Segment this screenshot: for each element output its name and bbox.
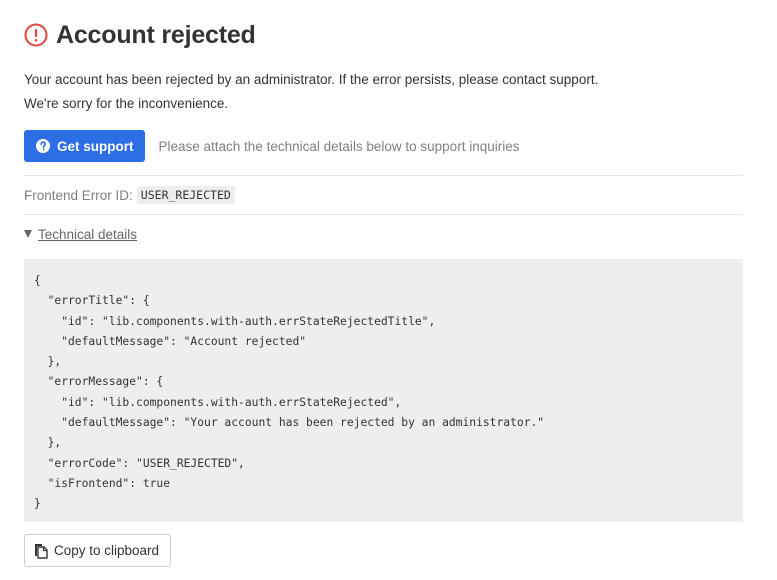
code-line: { xyxy=(34,274,41,287)
error-page: Account rejected Your account has been r… xyxy=(24,0,743,567)
code-line: "id": "lib.components.with-auth.errState… xyxy=(34,395,402,409)
title-row: Account rejected xyxy=(24,17,743,53)
support-hint: Please attach the technical details belo… xyxy=(158,138,520,154)
caret-down-icon xyxy=(24,230,32,238)
code-line: "errorTitle": { xyxy=(34,294,150,308)
code-line: "isFrontend": true xyxy=(34,476,171,490)
copy-icon xyxy=(34,543,48,559)
code-line: "errorCode": "USER_REJECTED", xyxy=(34,456,245,470)
copy-label: Copy to clipboard xyxy=(54,543,160,558)
page-title: Account rejected xyxy=(56,20,256,49)
error-id-row: Frontend Error ID: USER_REJECTED xyxy=(24,176,743,214)
get-support-button[interactable]: Get support xyxy=(24,130,145,162)
question-circle-icon xyxy=(36,139,50,153)
code-line: }, xyxy=(34,436,62,450)
code-line: } xyxy=(34,497,41,511)
technical-details-link[interactable]: Technical details xyxy=(38,227,137,242)
alert-circle-icon xyxy=(24,23,48,47)
error-id-label: Frontend Error ID: xyxy=(24,187,133,203)
copy-to-clipboard-button[interactable]: Copy to clipboard xyxy=(24,534,172,567)
code-line: }, xyxy=(34,355,62,369)
error-id-value: USER_REJECTED xyxy=(136,186,235,204)
code-line: "defaultMessage": "Account rejected" xyxy=(34,334,307,348)
code-line: "id": "lib.components.with-auth.errState… xyxy=(34,314,436,328)
support-row: Get support Please attach the technical … xyxy=(24,130,743,162)
technical-details-code: { "errorTitle": { "id": "lib.components.… xyxy=(24,259,743,522)
apology-message: We're sorry for the inconvenience. xyxy=(24,96,229,111)
code-line: "errorMessage": { xyxy=(34,375,164,389)
error-message: Your account has been rejected by an adm… xyxy=(24,72,599,87)
get-support-label: Get support xyxy=(57,138,134,154)
technical-details-toggle[interactable]: Technical details xyxy=(24,215,743,253)
code-line: "defaultMessage": "Your account has been… xyxy=(34,416,545,430)
